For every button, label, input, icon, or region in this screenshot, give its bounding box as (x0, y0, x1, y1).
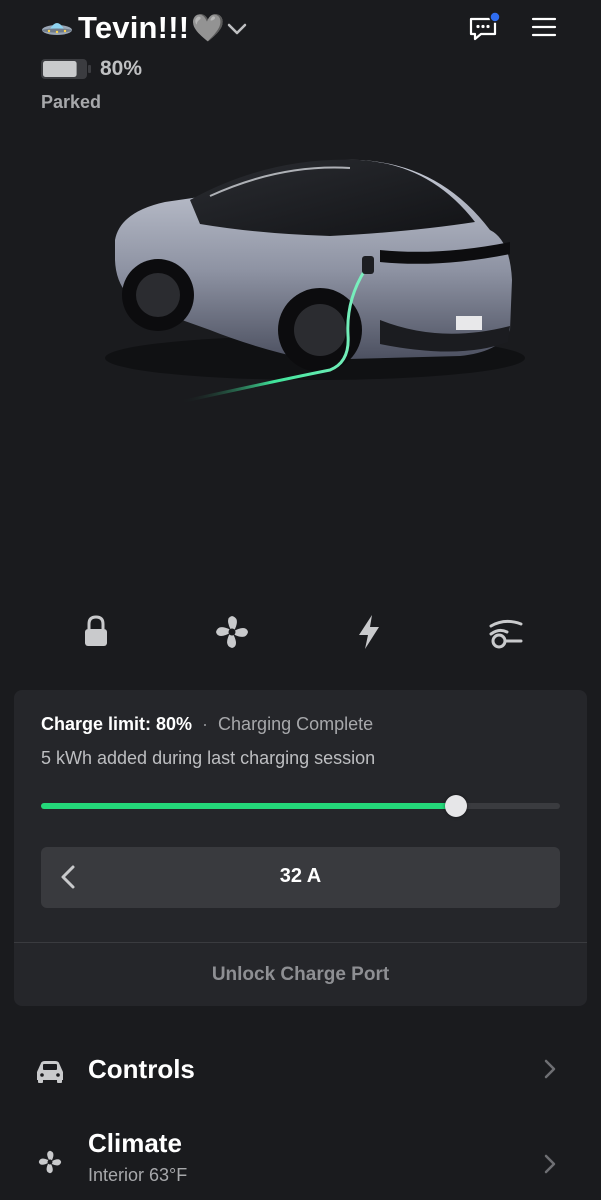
fan-icon (38, 1150, 62, 1174)
charge-port-icon[interactable] (485, 612, 525, 652)
menu-row-climate[interactable]: Climate Interior 63°F (0, 1120, 601, 1200)
charge-current-value: 32 A (279, 865, 322, 887)
chevron-down-icon[interactable] (226, 20, 248, 38)
charging-card: Charge limit: 80% · Charging Complete 5 … (14, 690, 587, 1006)
fan-icon[interactable] (212, 612, 252, 652)
charge-limit-label: Charge limit: 80% (41, 714, 193, 734)
menu-row-controls[interactable]: Controls (0, 1040, 601, 1100)
vehicle-image (105, 159, 525, 404)
charging-state: Charging Complete (218, 714, 374, 734)
battery-icon (41, 59, 91, 79)
divider (14, 942, 587, 943)
vehicle-name-text: Tevin!!! (78, 10, 190, 45)
menu-subtitle: Interior 63°F (88, 1165, 188, 1185)
unlock-charge-port-button[interactable]: Unlock Charge Port (14, 964, 587, 986)
lightning-icon[interactable] (349, 612, 389, 652)
separator-dot: · (202, 714, 209, 734)
charge-session-info: 5 kWh added during last charging session (41, 748, 376, 768)
battery-percent: 80% (100, 57, 143, 80)
car-icon (37, 1061, 63, 1083)
menu-title: Controls (88, 1054, 195, 1084)
heart-emoji: 🩶 (191, 13, 226, 43)
menu-title: Climate (88, 1128, 182, 1158)
charge-limit-slider[interactable] (41, 795, 560, 817)
vehicle-status: Parked (41, 92, 102, 112)
vehicle-name[interactable]: Tevin!!! 🩶 (40, 10, 225, 46)
lock-icon[interactable] (76, 612, 116, 652)
chevron-right-icon (544, 1059, 556, 1079)
charge-limit-fill (41, 803, 457, 809)
notification-dot (489, 12, 500, 23)
charge-summary: Charge limit: 80% · Charging Complete (41, 714, 373, 735)
charge-limit-thumb[interactable] (445, 795, 468, 817)
hamburger-menu-icon[interactable] (531, 16, 557, 38)
chevron-right-icon (544, 1154, 556, 1174)
flying-saucer-icon (42, 23, 72, 35)
charge-current-control: 32 A (41, 847, 560, 908)
messages-icon[interactable] (468, 12, 500, 42)
